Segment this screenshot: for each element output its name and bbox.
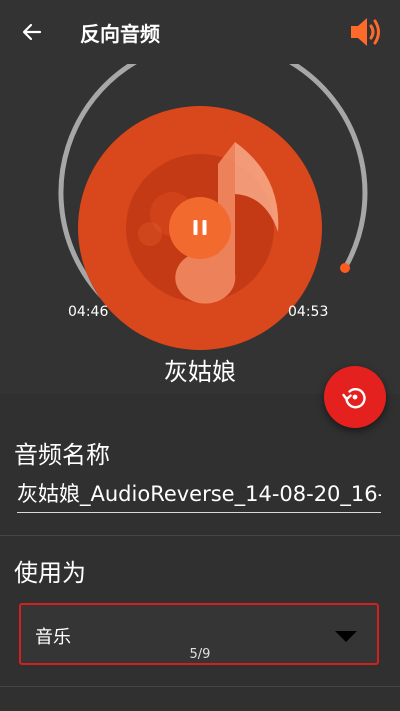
audio-name-input[interactable]: 灰姑娘_AudioReverse_14-08-20_16-1: [17, 478, 381, 513]
total-time: 04:53: [288, 304, 329, 320]
disc-visualizer: [58, 64, 368, 350]
player-panel: 04:46 04:53 灰姑娘: [0, 64, 400, 394]
use-as-label: 使用为: [14, 559, 86, 587]
pause-button[interactable]: [169, 197, 231, 259]
audio-name-label: 音频名称: [14, 441, 110, 469]
back-arrow-icon[interactable]: [18, 18, 46, 46]
replay-icon: [342, 388, 366, 409]
progress-knob[interactable]: [340, 263, 350, 273]
section-divider: [0, 535, 400, 536]
page-title: 反向音频: [80, 22, 160, 46]
page-indicator: 5/9: [189, 647, 211, 662]
dropdown-arrow-icon: [335, 631, 357, 642]
bottom-divider: [0, 686, 400, 687]
elapsed-time: 04:46: [68, 304, 109, 320]
speaker-icon[interactable]: [348, 14, 384, 50]
pause-icon: [193, 220, 198, 235]
app-bar: 反向音频: [0, 0, 400, 64]
use-as-selected-value: 音乐: [35, 627, 71, 648]
reverse-button[interactable]: [324, 366, 386, 428]
